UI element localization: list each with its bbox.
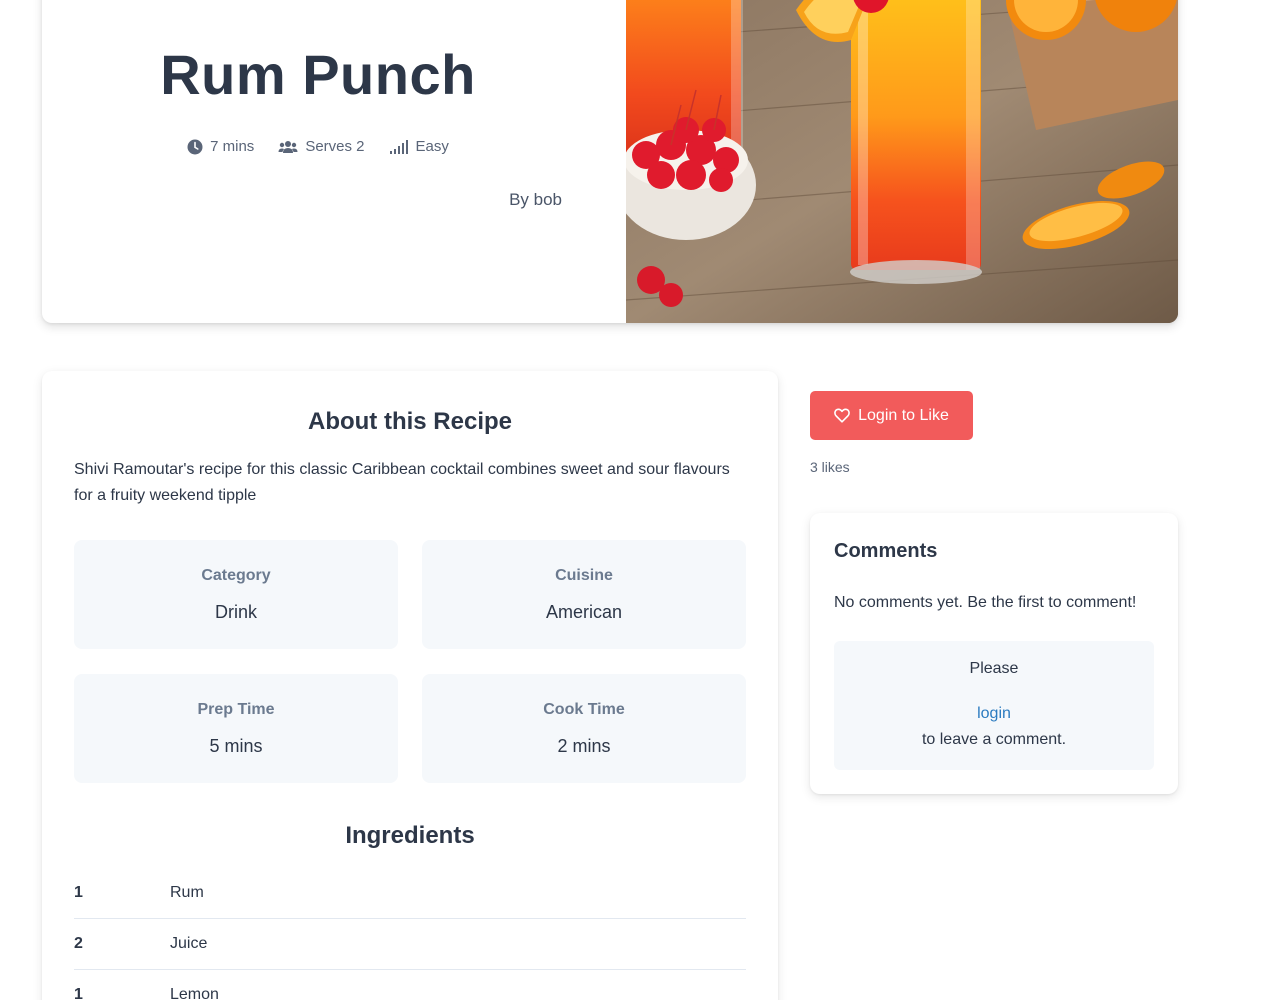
cuisine-label: Cuisine [555, 567, 613, 584]
info-box-prep-time: Prep Time 5 mins [74, 674, 398, 783]
ingredient-name: Lemon [170, 986, 219, 1000]
signal-bars-icon [389, 139, 408, 154]
cuisine-value: American [545, 602, 623, 622]
login-prompt-box: Please login to leave a comment. [834, 641, 1154, 770]
category-value: Drink [214, 602, 257, 622]
login-prompt-before: Please [969, 660, 1019, 677]
likes-count: 3 likes [810, 459, 850, 475]
login-link[interactable]: login [834, 705, 1154, 723]
ingredient-row: 2 Juice [74, 919, 746, 970]
ingredient-qty: 1 [74, 986, 83, 1000]
info-box-category: Category Drink [74, 540, 398, 649]
info-box-cuisine: Cuisine American [422, 540, 746, 649]
meta-difficulty-text: Easy [415, 138, 449, 155]
like-button-label: Login to Like [858, 406, 949, 424]
meta-time: 7 mins [187, 138, 254, 155]
login-prompt-after: to leave a comment. [921, 731, 1067, 748]
ingredient-name: Rum [170, 884, 204, 901]
info-box-cook-time: Cook Time 2 mins [422, 674, 746, 783]
meta-time-text: 7 mins [210, 138, 255, 155]
ingredient-list: 1 Rum 2 Juice 1 Lemon [74, 868, 746, 1000]
comments-heading: Comments [834, 540, 938, 562]
cook-time-value: 2 mins [557, 736, 611, 756]
recipe-title: Rum Punch [160, 43, 476, 106]
meta-serves-text: Serves 2 [305, 138, 365, 155]
ingredient-row: 1 Rum [74, 868, 746, 919]
recipe-page: Rum Punch 7 mins Serves 2 Easy By bob Ab… [0, 0, 1286, 1000]
heart-icon [834, 408, 850, 423]
meta-difficulty: Easy [389, 138, 449, 155]
about-heading: About this Recipe [307, 408, 512, 435]
prep-time-value: 5 mins [209, 736, 263, 756]
ingredient-row: 1 Lemon [74, 970, 746, 1000]
prep-time-label: Prep Time [197, 701, 275, 718]
recipe-author: By bob [509, 190, 562, 209]
no-comments-text: No comments yet. Be the first to comment… [834, 594, 1137, 611]
ingredient-qty: 1 [74, 884, 83, 901]
cook-time-label: Cook Time [543, 701, 625, 718]
ingredient-qty: 2 [74, 935, 83, 952]
meta-serves: Serves 2 [278, 138, 365, 155]
recipe-photo [626, 0, 1178, 323]
ingredients-heading: Ingredients [345, 822, 475, 849]
comments-card: Comments No comments yet. Be the first t… [810, 513, 1178, 794]
clock-icon [187, 139, 203, 154]
rum-punch-photo [626, 0, 1178, 323]
recipe-hero-card: Rum Punch 7 mins Serves 2 Easy By bob [42, 0, 1178, 323]
recipe-details-card: About this Recipe Shivi Ramoutar's recip… [42, 371, 778, 1000]
ingredient-name: Juice [170, 935, 208, 952]
category-label: Category [201, 567, 271, 584]
recipe-description: Shivi Ramoutar's recipe for this classic… [74, 461, 730, 504]
recipe-meta: 7 mins Serves 2 Easy [42, 138, 594, 155]
recipe-hero-info: Rum Punch 7 mins Serves 2 Easy By bob [42, 0, 626, 323]
login-to-like-button[interactable]: Login to Like [810, 391, 973, 440]
users-icon [278, 140, 298, 153]
